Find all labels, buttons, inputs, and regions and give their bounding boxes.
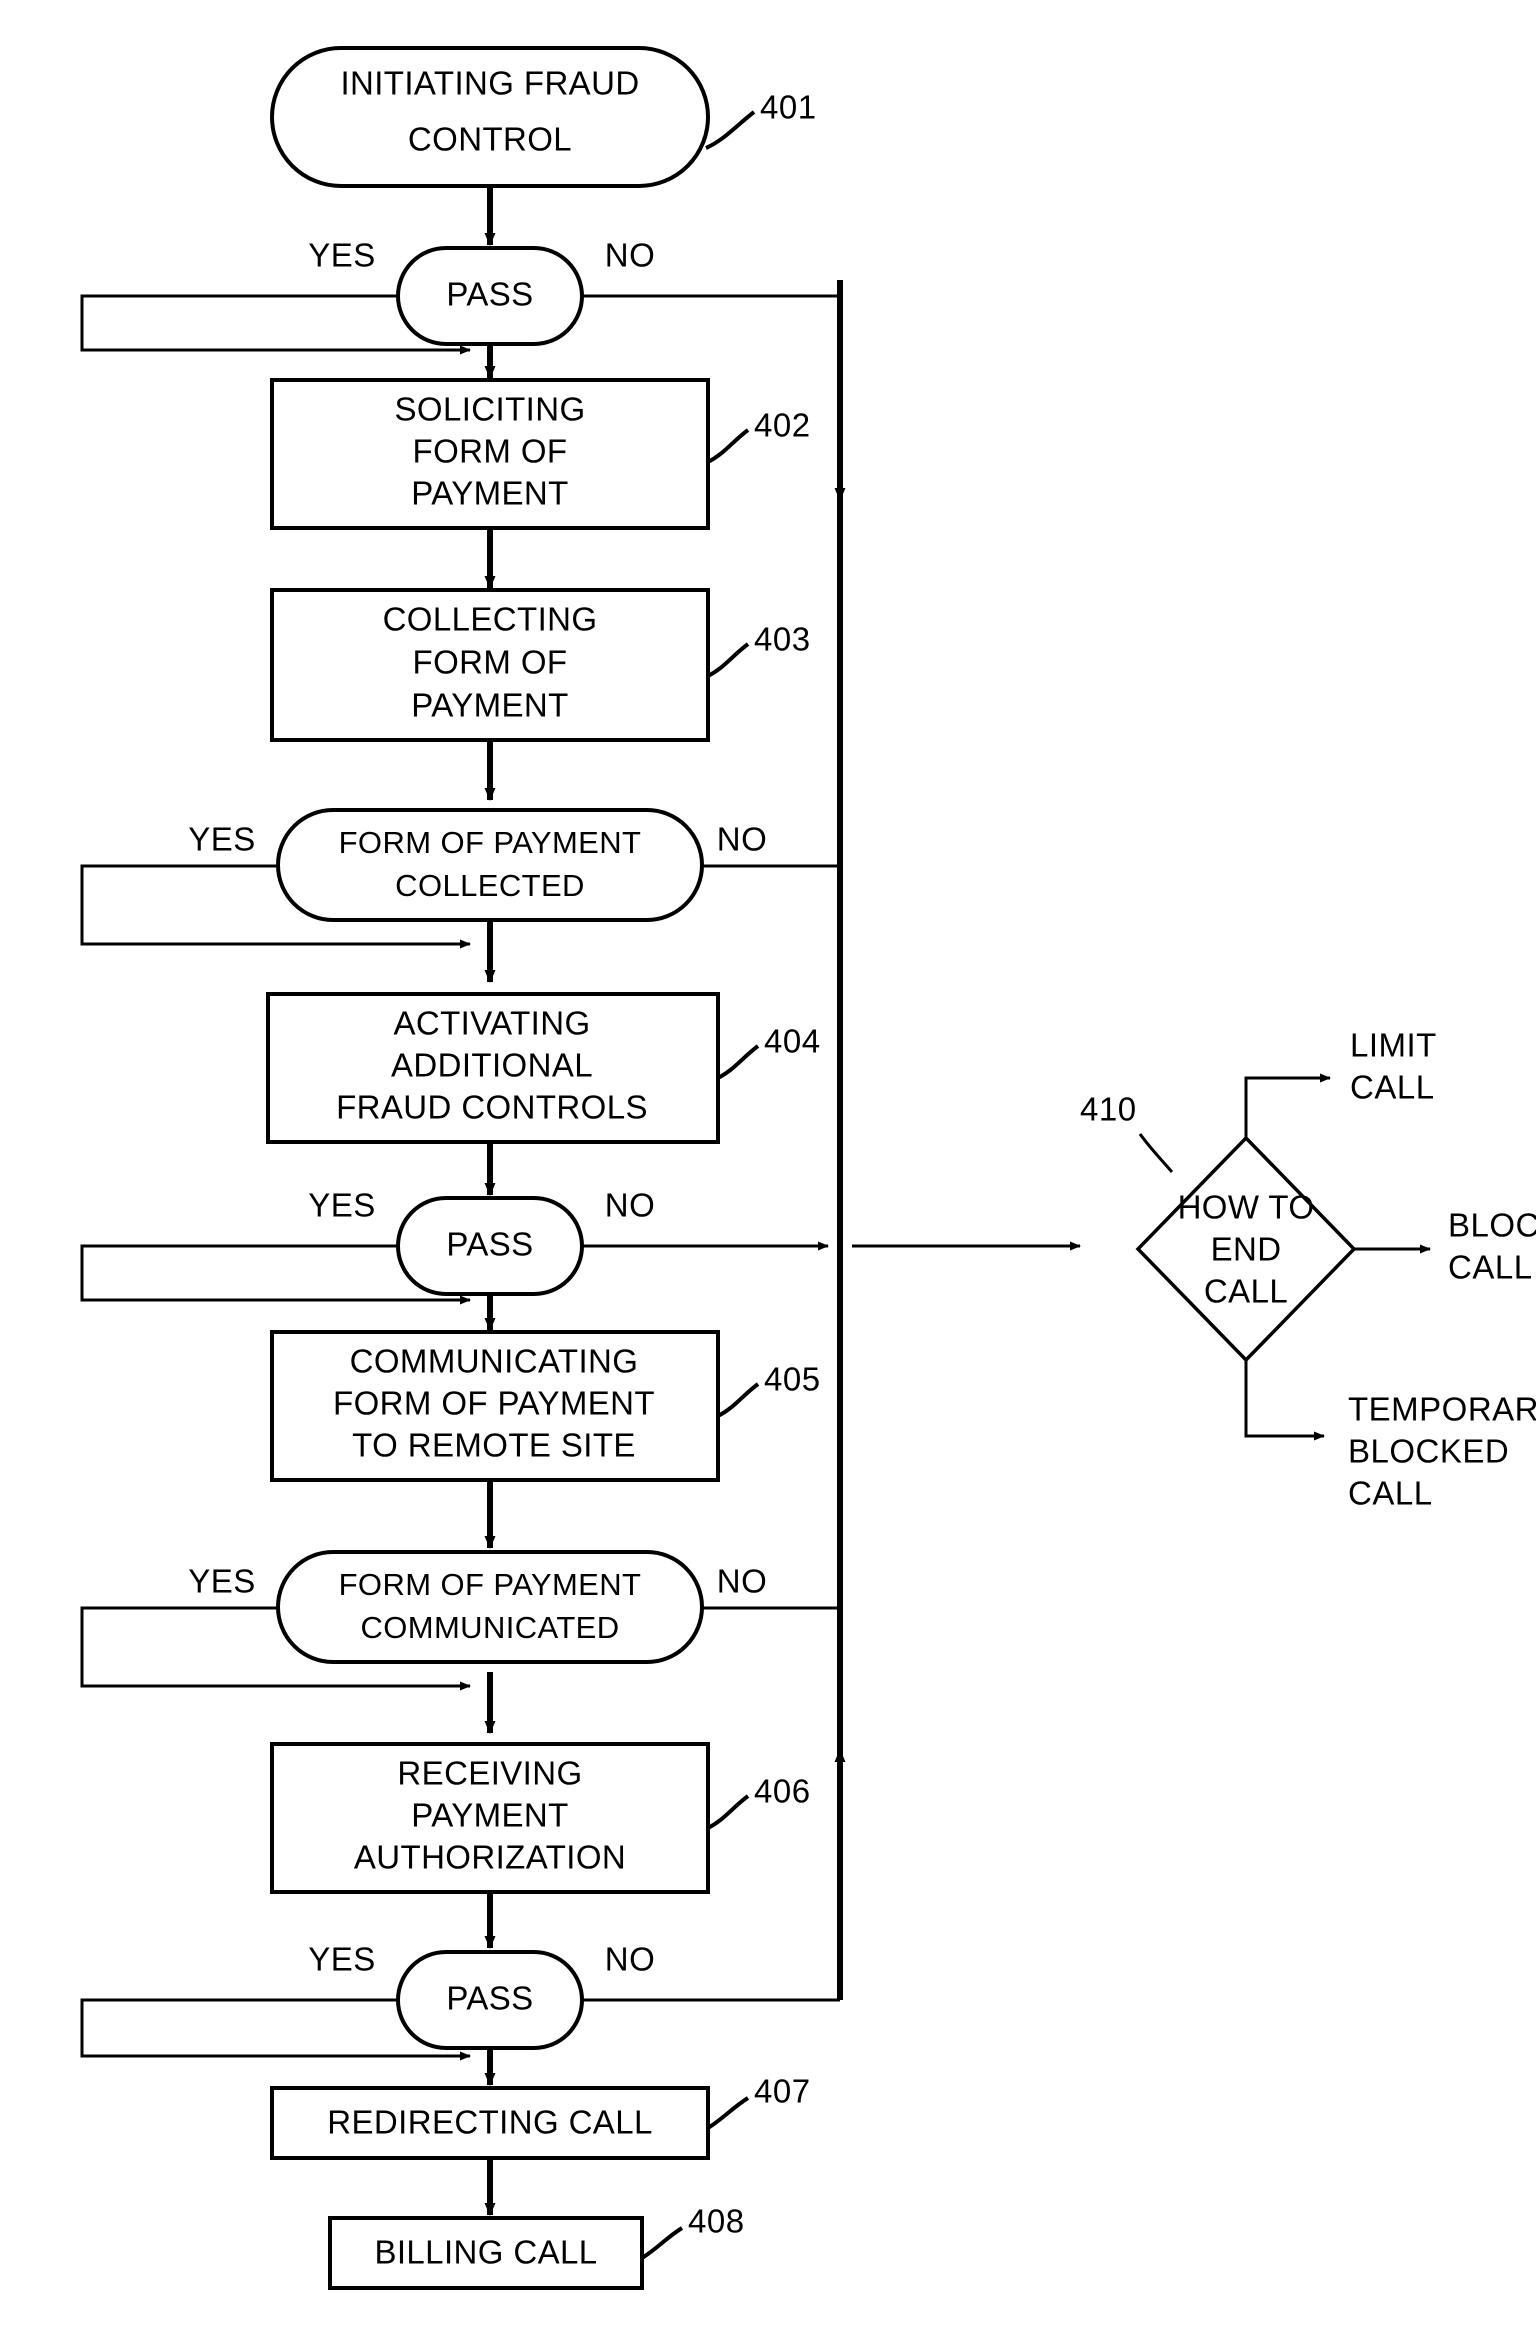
node-406-receiving-payment-authorization: RECEIVING PAYMENT AUTHORIZATION 406 <box>270 1742 811 1894</box>
ref-405: 405 <box>764 1361 821 1398</box>
node-410-how-to-end-call: HOW TO END CALL 410 <box>1080 1091 1357 1363</box>
node-405-communicating-form-of-payment: COMMUNICATING FORM OF PAYMENT TO REMOTE … <box>270 1330 821 1482</box>
decision-5-no-label: NO <box>605 1941 656 1978</box>
outcome-branch-block-call: BLOCK CALL <box>1354 1207 1536 1286</box>
decision-2-yes-label: YES <box>188 821 256 858</box>
decision-1-yes-label: YES <box>308 237 376 274</box>
decision-2-no-label: NO <box>717 821 768 858</box>
node-402-line-1: SOLICITING <box>394 391 585 428</box>
node-410-line-1: HOW TO <box>1178 1189 1315 1226</box>
outcome-temporary-line-3: CALL <box>1348 1475 1433 1512</box>
ref-403: 403 <box>754 621 811 658</box>
ref-401: 401 <box>760 89 817 126</box>
decision-2-form-of-payment-collected: FORM OF PAYMENT COLLECTED YES NO <box>80 808 840 949</box>
node-405-line-1: COMMUNICATING <box>350 1343 639 1380</box>
node-410-line-2: END <box>1211 1231 1282 1268</box>
decision-3-no-label: NO <box>605 1187 656 1224</box>
node-404-activating-additional-fraud-controls: ACTIVATING ADDITIONAL FRAUD CONTROLS 404 <box>266 992 821 1144</box>
node-403-line-1: COLLECTING <box>383 601 598 638</box>
decision-2-line-1: FORM OF PAYMENT <box>339 825 642 860</box>
outcome-temporary-line-1: TEMPORARILY <box>1348 1391 1536 1428</box>
node-406-line-2: PAYMENT <box>411 1797 568 1834</box>
outcome-block-line-2: CALL <box>1448 1249 1533 1286</box>
ref-402: 402 <box>754 407 811 444</box>
decision-3-label: PASS <box>446 1226 533 1263</box>
node-406-line-1: RECEIVING <box>397 1755 582 1792</box>
node-406-line-3: AUTHORIZATION <box>354 1839 626 1876</box>
node-403-collecting-form-of-payment: COLLECTING FORM OF PAYMENT 403 <box>270 588 811 742</box>
decision-5-label: PASS <box>446 1980 533 2017</box>
decision-4-yes-label: YES <box>188 1563 256 1600</box>
node-410-line-3: CALL <box>1204 1273 1288 1310</box>
decision-2-line-2: COLLECTED <box>395 868 585 903</box>
node-405-line-3: TO REMOTE SITE <box>352 1427 636 1464</box>
decision-4-line-2: COMMUNICATED <box>360 1610 619 1645</box>
ref-407: 407 <box>754 2073 811 2110</box>
outcome-block-line-1: BLOCK <box>1448 1207 1536 1244</box>
outcome-temporary-line-2: BLOCKED <box>1348 1433 1509 1470</box>
node-402-line-3: PAYMENT <box>411 475 568 512</box>
decision-1-pass: PASS YES NO <box>80 237 840 355</box>
decision-3-yes-label: YES <box>308 1187 376 1224</box>
decision-1-no-label: NO <box>605 237 656 274</box>
decision-4-no-label: NO <box>717 1563 768 1600</box>
node-401-line-2: CONTROL <box>408 121 572 158</box>
node-402-line-2: FORM OF <box>413 433 568 470</box>
node-402-soliciting-form-of-payment: SOLICITING FORM OF PAYMENT 402 <box>270 378 811 530</box>
node-401-initiating-fraud-control: INITIATING FRAUD CONTROL 401 <box>270 46 817 188</box>
decision-5-pass: PASS YES NO <box>80 1941 840 2061</box>
decision-4-line-1: FORM OF PAYMENT <box>339 1567 642 1602</box>
node-404-line-3: FRAUD CONTROLS <box>336 1089 648 1126</box>
node-408-billing-call: BILLING CALL 408 <box>328 2203 745 2290</box>
decision-4-form-of-payment-communicated: FORM OF PAYMENT COMMUNICATED YES NO <box>80 1550 840 1691</box>
ref-406: 406 <box>754 1773 811 1810</box>
node-408-label: BILLING CALL <box>374 2234 597 2271</box>
node-405-line-2: FORM OF PAYMENT <box>333 1385 655 1422</box>
node-407-label: REDIRECTING CALL <box>327 2104 652 2141</box>
outcome-limit-line-1: LIMIT <box>1350 1027 1437 1064</box>
node-403-line-2: FORM OF <box>413 644 568 681</box>
decision-3-pass: PASS YES NO <box>80 1187 1081 1305</box>
ref-410: 410 <box>1080 1091 1137 1128</box>
decision-1-label: PASS <box>446 276 533 313</box>
outcome-branch-limit-call: LIMIT CALL <box>1244 1027 1437 1138</box>
flowchart-svg: INITIATING FRAUD CONTROL 401 PASS YES NO… <box>80 46 1536 2290</box>
node-407-redirecting-call: REDIRECTING CALL 407 <box>270 2073 811 2160</box>
node-401-line-1: INITIATING FRAUD <box>340 65 639 102</box>
decision-5-yes-label: YES <box>308 1941 376 1978</box>
node-403-line-3: PAYMENT <box>411 687 568 724</box>
figure-canvas: INITIATING FRAUD CONTROL 401 PASS YES NO… <box>0 0 1536 2340</box>
outcome-branch-temporarily-blocked-call: TEMPORARILY BLOCKED CALL <box>1244 1360 1536 1512</box>
ref-408: 408 <box>688 2203 745 2240</box>
node-404-line-2: ADDITIONAL <box>391 1047 593 1084</box>
outcome-limit-line-2: CALL <box>1350 1069 1435 1106</box>
ref-404: 404 <box>764 1023 821 1060</box>
node-404-line-1: ACTIVATING <box>393 1005 590 1042</box>
